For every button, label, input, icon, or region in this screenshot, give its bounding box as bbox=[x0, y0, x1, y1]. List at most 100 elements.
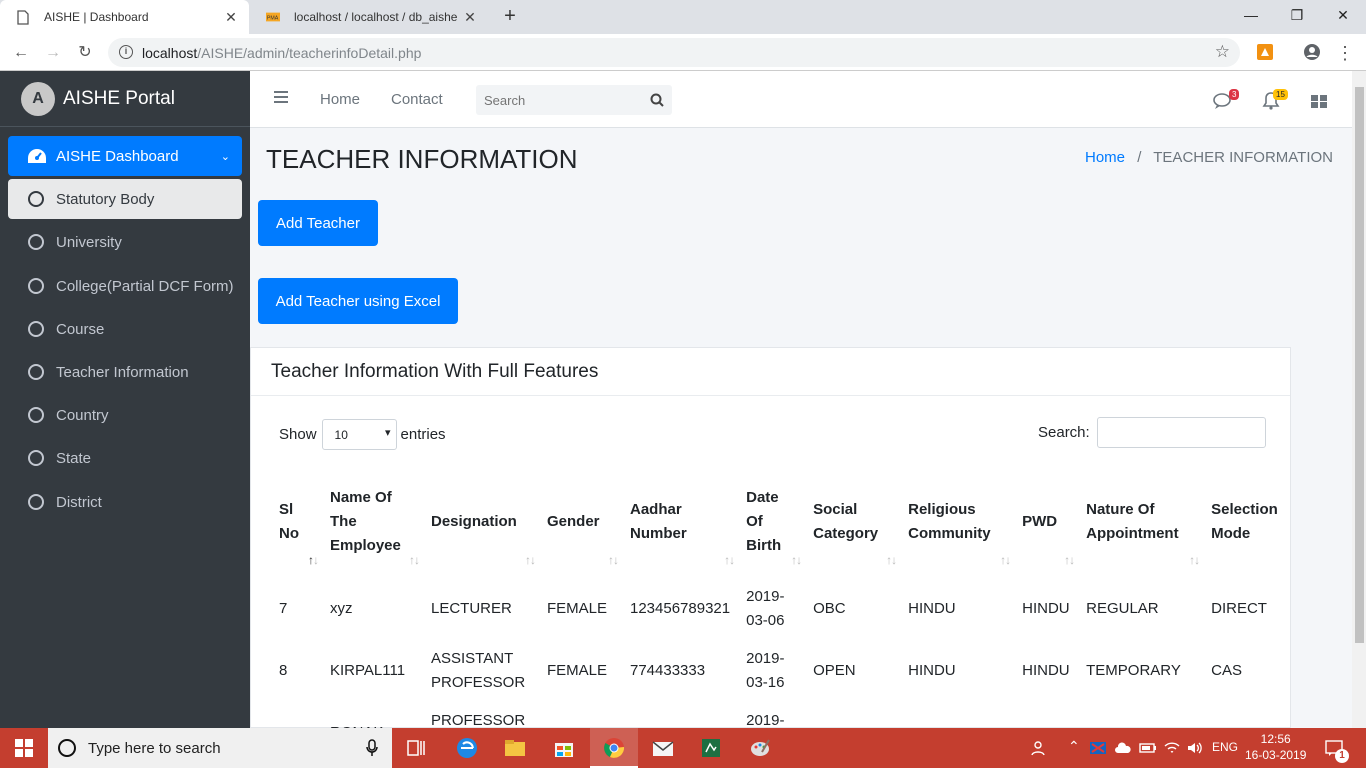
add-teacher-button[interactable]: Add Teacher bbox=[258, 200, 378, 246]
sort-arrows-icon: ↑↓ bbox=[608, 553, 619, 567]
bookmark-star-icon[interactable]: ☆ bbox=[1215, 42, 1230, 62]
grid-apps-icon[interactable] bbox=[1309, 91, 1329, 111]
table-search-input[interactable] bbox=[1096, 417, 1266, 448]
cell: OBC bbox=[813, 600, 846, 617]
forward-arrow-icon[interactable]: → bbox=[42, 42, 64, 64]
circle-icon bbox=[28, 278, 44, 294]
sidebar-item-teacher-information[interactable]: Teacher Information bbox=[8, 352, 242, 392]
people-icon[interactable] bbox=[1029, 739, 1047, 757]
header-line: Employee bbox=[330, 537, 401, 554]
sidebar-item-label: Course bbox=[56, 320, 105, 338]
cell: HINDU bbox=[1022, 662, 1070, 679]
header-line: PWD bbox=[1022, 513, 1058, 530]
header-line: Religious bbox=[908, 501, 976, 518]
sort-arrows-icon: ↑↓ bbox=[1189, 553, 1200, 567]
tab-close-icon[interactable]: ✕ bbox=[219, 9, 243, 26]
profile-icon[interactable] bbox=[1303, 43, 1321, 61]
mail-icon[interactable] bbox=[651, 736, 675, 760]
page-title: TEACHER INFORMATION bbox=[266, 144, 578, 174]
nav-link-contact[interactable]: Contact bbox=[391, 91, 443, 108]
onedrive-cloud-icon[interactable] bbox=[1114, 739, 1132, 757]
browser-tab-dashboard[interactable]: AISHE | Dashboard ✕ bbox=[0, 0, 249, 34]
sidebar-item-university[interactable]: University bbox=[8, 222, 242, 262]
col-header-dob[interactable]: Date Of Birth ↑↓ bbox=[738, 478, 805, 578]
browser-menu-icon[interactable]: ⋮ bbox=[1334, 42, 1356, 64]
url-field[interactable]: i localhost/AISHE/admin/teacherinfoDetai… bbox=[108, 38, 1240, 67]
brand-link[interactable]: A AISHE Portal bbox=[0, 71, 250, 127]
col-header-social-category[interactable]: Social Category ↑↓ bbox=[805, 478, 900, 578]
add-teacher-excel-button[interactable]: Add Teacher using Excel bbox=[258, 278, 458, 324]
windows-start-icon[interactable] bbox=[12, 736, 36, 760]
extension-icon[interactable] bbox=[1256, 43, 1274, 61]
restore-button[interactable]: ❐ bbox=[1274, 0, 1320, 30]
sidebar-item-district[interactable]: District bbox=[8, 482, 242, 522]
header-line: Aadhar bbox=[630, 501, 682, 518]
minimize-button[interactable]: — bbox=[1228, 0, 1274, 30]
sidebar-item-college[interactable]: College(Partial DCF Form) bbox=[8, 266, 242, 306]
wifi-icon[interactable] bbox=[1163, 739, 1181, 757]
page-scrollbar[interactable] bbox=[1352, 71, 1366, 728]
teacher-table-card: Teacher Information With Full Features S… bbox=[250, 347, 1291, 753]
paint-icon[interactable] bbox=[748, 736, 772, 760]
nav-link-home[interactable]: Home bbox=[320, 91, 360, 108]
header-line: Community bbox=[908, 525, 991, 542]
taskbar-search[interactable]: Type here to search bbox=[48, 728, 392, 768]
col-header-religious-community[interactable]: Religious Community ↑↓ bbox=[900, 478, 1014, 578]
sidebar-item-aishe-dashboard[interactable]: AISHE Dashboard ⌄ bbox=[8, 136, 242, 176]
sort-arrows-icon: ↑↓ bbox=[886, 553, 897, 567]
sort-arrows-icon: ↑↓ bbox=[791, 553, 802, 567]
volume-icon[interactable] bbox=[1186, 739, 1204, 757]
taskbar-chrome-active[interactable] bbox=[590, 728, 638, 768]
col-header-designation[interactable]: Designation ↑↓ bbox=[423, 478, 539, 578]
scrollbar-thumb[interactable] bbox=[1355, 87, 1364, 643]
svg-text:PMA: PMA bbox=[267, 16, 279, 22]
clock-date: 16-03-2019 bbox=[1245, 748, 1307, 762]
hamburger-menu-icon[interactable] bbox=[274, 91, 288, 103]
col-header-sl-no[interactable]: Sl No ↑↓ bbox=[271, 478, 322, 578]
col-header-nature-of-appointment[interactable]: Nature Of Appointment ↑↓ bbox=[1078, 478, 1203, 578]
info-icon[interactable]: i bbox=[119, 45, 133, 59]
sidebar-item-label: Teacher Information bbox=[56, 363, 189, 381]
circle-icon bbox=[28, 321, 44, 337]
spreadsheet-icon[interactable] bbox=[699, 736, 723, 760]
reload-icon[interactable]: ↻ bbox=[74, 42, 96, 64]
microphone-icon[interactable] bbox=[366, 739, 378, 757]
task-view-icon[interactable] bbox=[404, 736, 428, 760]
entries-select[interactable]: 10 bbox=[321, 419, 397, 450]
sidebar-item-country[interactable]: Country bbox=[8, 395, 242, 435]
tray-shield-icon[interactable] bbox=[1089, 739, 1107, 757]
sidebar-item-statutory-body[interactable]: Statutory Body bbox=[8, 179, 242, 219]
search-icon[interactable] bbox=[650, 93, 664, 107]
tab-close-icon[interactable]: ✕ bbox=[458, 9, 482, 26]
sort-arrows-icon: ↑↓ bbox=[1064, 553, 1075, 567]
col-header-aadhar[interactable]: Aadhar Number ↑↓ bbox=[622, 478, 738, 578]
header-line: Name Of bbox=[330, 489, 392, 506]
new-tab-button[interactable]: + bbox=[498, 4, 522, 28]
language-indicator[interactable]: ENG bbox=[1212, 740, 1238, 754]
header-line: Category bbox=[813, 525, 879, 542]
file-explorer-icon[interactable] bbox=[503, 736, 527, 760]
breadcrumb-current: TEACHER INFORMATION bbox=[1153, 149, 1333, 166]
store-icon[interactable] bbox=[552, 736, 576, 760]
cell: FEMALE bbox=[547, 662, 608, 679]
cell: xyz bbox=[330, 600, 353, 617]
edge-icon[interactable] bbox=[455, 736, 479, 760]
col-header-gender[interactable]: Gender ↑↓ bbox=[539, 478, 622, 578]
browser-tab-phpmyadmin[interactable]: PMA localhost / localhost / db_aishe / ✕ bbox=[250, 0, 488, 34]
taskbar-search-text: Type here to search bbox=[88, 739, 221, 757]
navbar-search-input[interactable] bbox=[476, 85, 642, 115]
battery-icon[interactable] bbox=[1139, 739, 1157, 757]
tray-chevron-up-icon[interactable]: ⌃ bbox=[1068, 738, 1080, 755]
breadcrumb-home-link[interactable]: Home bbox=[1085, 149, 1125, 166]
back-arrow-icon[interactable]: ← bbox=[10, 42, 32, 64]
col-header-pwd[interactable]: PWD ↑↓ bbox=[1014, 478, 1078, 578]
sidebar-item-course[interactable]: Course bbox=[8, 309, 242, 349]
col-header-selection-mode[interactable]: Selection Mode bbox=[1203, 478, 1286, 578]
col-header-name[interactable]: Name Of The Employee ↑↓ bbox=[322, 478, 423, 578]
cell: 2019-03-06 bbox=[746, 588, 785, 629]
window-close-button[interactable]: ✕ bbox=[1320, 0, 1366, 30]
cell: HINDU bbox=[908, 600, 956, 617]
cortana-icon bbox=[58, 739, 76, 757]
taskbar-clock[interactable]: 12:56 16-03-2019 bbox=[1245, 731, 1306, 763]
sidebar-item-state[interactable]: State bbox=[8, 438, 242, 478]
